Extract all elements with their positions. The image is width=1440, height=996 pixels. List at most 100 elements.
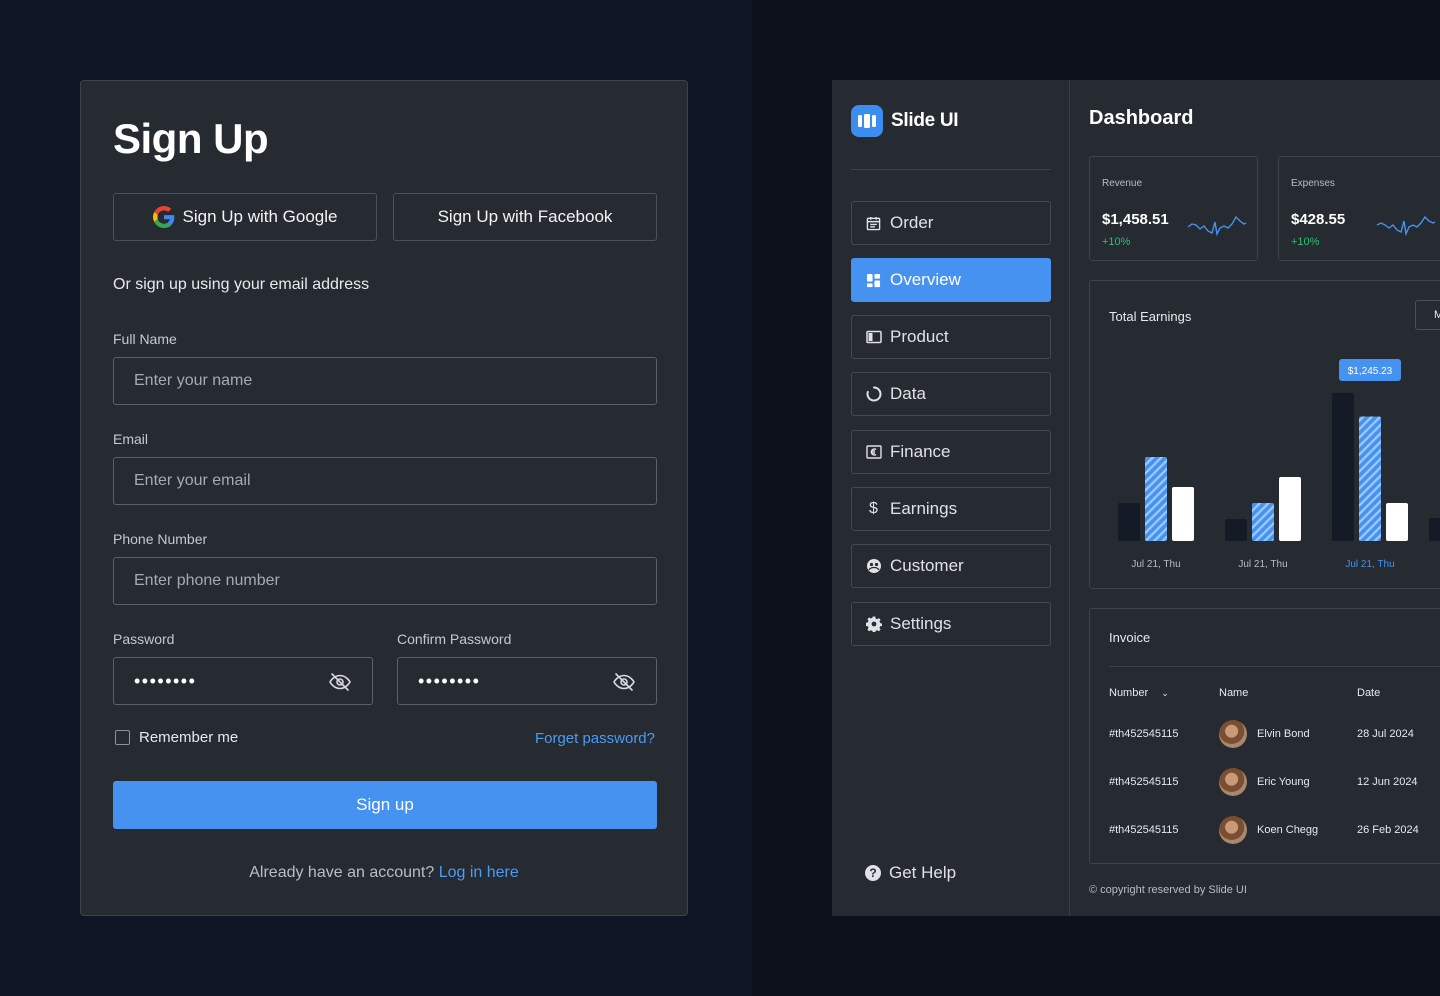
earnings-bar-white[interactable] (1172, 487, 1194, 541)
sidebar-item-earnings[interactable]: $ Earnings (851, 487, 1051, 531)
sidebar-item-label: Customer (890, 556, 964, 575)
email-input[interactable] (134, 472, 656, 490)
earnings-bar-white[interactable] (1386, 503, 1408, 541)
table-row[interactable]: #th452545115 Koen Chegg 26 Feb 2024 (1090, 816, 1440, 846)
google-icon (152, 206, 174, 228)
sidebar: Slide UI Order Overview Product Data Fin… (832, 80, 1070, 916)
total-earnings-card: Jul 21, Thu Jul 21, Thu Jul 21, Thu $1,245.… (1089, 280, 1440, 589)
sidebar-item-finance[interactable]: Finance (851, 430, 1051, 474)
phone-label: Phone Number (113, 531, 208, 547)
earnings-bar-blue[interactable] (1359, 416, 1381, 542)
earnings-bar-blue[interactable] (1145, 457, 1167, 541)
sidebar-item-label: Overview (890, 270, 961, 289)
earnings-bar-dark[interactable] (1118, 503, 1140, 541)
period-select-button[interactable]: M (1415, 300, 1440, 330)
remember-checkbox[interactable] (115, 730, 130, 745)
grid-icon (865, 272, 882, 289)
loading-circle-icon (865, 386, 882, 403)
brand-name: Slide UI (891, 110, 959, 131)
sidebar-item-label: Earnings (890, 499, 958, 518)
fullname-input[interactable] (134, 372, 656, 390)
get-help-label: Get Help (889, 863, 957, 882)
remember-label: Remember me (139, 729, 239, 746)
x-tick-label: Jul 21, Thu (1131, 559, 1180, 570)
stat-value: $1,458.51 (1102, 211, 1169, 228)
sidebar-item-order[interactable]: Order (851, 201, 1051, 245)
brand-logo[interactable]: Slide UI (851, 105, 959, 137)
invoice-card: Invoice Number ⌄ Name Date #th452545115 … (1089, 608, 1440, 864)
sidebar-item-customer[interactable]: Customer (851, 544, 1051, 588)
expenses-sparkline (1376, 215, 1436, 237)
customer-name: Koen Chegg (1257, 824, 1319, 836)
earnings-bar-white[interactable] (1279, 477, 1301, 541)
remember-me[interactable]: Remember me (115, 729, 238, 746)
avatar (1219, 720, 1247, 748)
sidebar-item-data[interactable]: Data (851, 372, 1051, 416)
fullname-field[interactable] (113, 357, 657, 405)
earnings-bar-blue[interactable] (1252, 503, 1274, 541)
earnings-bar-chart: Jul 21, Thu Jul 21, Thu Jul 21, Thu $1,245.… (1118, 359, 1440, 570)
eye-off-icon[interactable] (612, 670, 636, 694)
sidebar-item-overview[interactable]: Overview (851, 258, 1051, 302)
sidebar-item-product[interactable]: Product (851, 315, 1051, 359)
sidebar-item-label: Settings (890, 614, 952, 633)
signup-button[interactable]: Sign up (113, 781, 657, 829)
customer-name: Elvin Bond (1257, 728, 1310, 740)
confirm-password-value: •••••••• (418, 670, 481, 691)
stat-change: +10% (1102, 236, 1131, 248)
table-row[interactable]: #th452545115 Eric Young 12 Jun 2024 (1090, 768, 1440, 798)
confirm-password-field[interactable]: •••••••• (397, 657, 657, 705)
email-field[interactable] (113, 457, 657, 505)
stat-label: Revenue (1102, 178, 1143, 189)
page-title: Sign Up (113, 115, 269, 162)
invoice-date: 28 Jul 2024 (1357, 728, 1414, 740)
stat-change: +10% (1291, 236, 1320, 248)
phone-input[interactable] (134, 572, 656, 590)
euro-icon (865, 444, 882, 461)
facebook-signup-button[interactable]: Sign Up with Facebook (393, 193, 657, 241)
dollar-icon: $ (869, 500, 878, 517)
x-tick-label: Jul 21, Thu (1238, 559, 1287, 570)
get-help-link[interactable]: ? Get Help (865, 863, 956, 883)
sidebar-item-label: Finance (890, 442, 951, 461)
invoice-divider (1109, 666, 1440, 667)
earnings-bar-dark (1429, 518, 1440, 541)
confirm-password-label: Confirm Password (397, 631, 512, 647)
earnings-bar-dark[interactable] (1225, 519, 1247, 541)
google-signup-label: Sign Up with Google (182, 207, 338, 226)
google-signup-button[interactable]: Sign Up with Google (113, 193, 377, 241)
sidebar-item-label: Product (890, 327, 949, 346)
help-icon: ? (865, 865, 881, 881)
revenue-card[interactable]: Revenue $1,458.51 +10% (1089, 156, 1258, 261)
invoice-date: 26 Feb 2024 (1357, 824, 1419, 836)
dashboard-window: Slide UI Order Overview Product Data Fin… (832, 80, 1440, 916)
sidebar-item-settings[interactable]: Settings (851, 602, 1051, 646)
customer-icon (865, 558, 882, 575)
stat-value: $428.55 (1291, 211, 1346, 228)
avatar (1219, 768, 1247, 796)
product-icon (865, 329, 882, 346)
expenses-card[interactable]: Expenses $428.55 +10% (1278, 156, 1440, 261)
revenue-sparkline (1187, 215, 1247, 237)
password-field[interactable]: •••••••• (113, 657, 373, 705)
eye-off-icon[interactable] (328, 670, 352, 694)
invoice-number: #th452545115 (1109, 824, 1179, 836)
facebook-signup-label: Sign Up with Facebook (437, 207, 613, 226)
table-row[interactable]: #th452545115 Elvin Bond 28 Jul 2024 (1090, 720, 1440, 750)
email-label: Email (113, 431, 149, 447)
phone-field[interactable] (113, 557, 657, 605)
sidebar-divider (851, 169, 1051, 170)
stat-label: Expenses (1291, 178, 1335, 189)
number-column-header[interactable]: Number ⌄ (1109, 687, 1169, 699)
gear-icon (865, 616, 882, 633)
chart-tooltip-label: $1,245.23 (1348, 366, 1393, 377)
invoice-date: 12 Jun 2024 (1357, 776, 1418, 788)
calendar-icon (865, 215, 882, 232)
earnings-title: Total Earnings (1109, 309, 1192, 324)
earnings-bar-dark[interactable] (1332, 393, 1354, 541)
password-label: Password (113, 631, 175, 647)
chevron-down-icon[interactable]: ⌄ (1161, 688, 1169, 698)
forgot-password-link[interactable]: Forget password? (535, 730, 655, 747)
name-column-header: Name (1219, 687, 1249, 699)
login-link[interactable]: Log in here (439, 864, 519, 881)
